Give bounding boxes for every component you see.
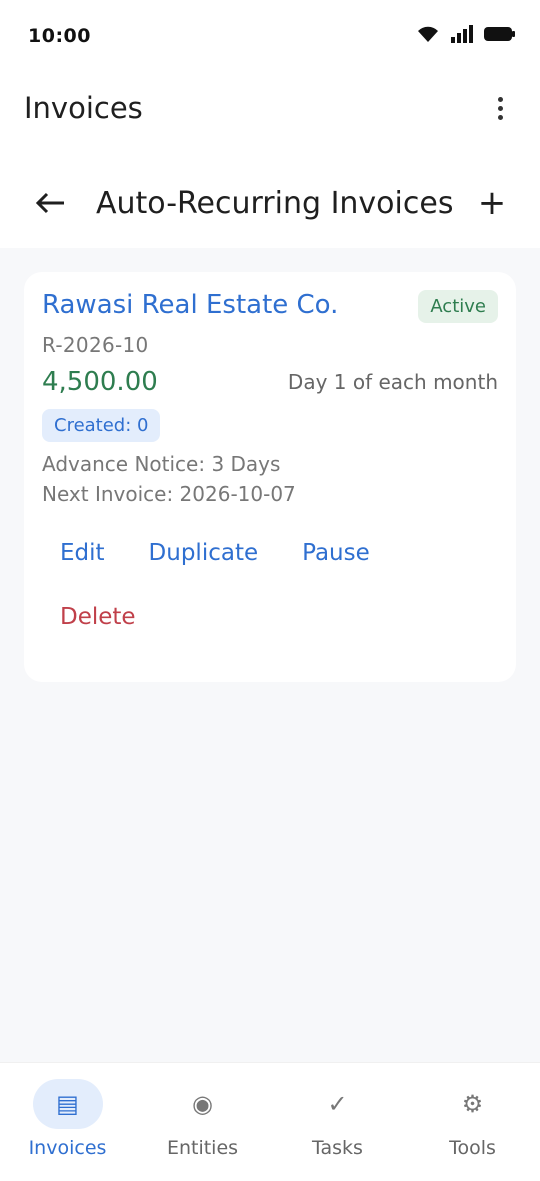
amount-row: 4,500.00 Day 1 of each month [42, 367, 498, 397]
status-time: 10:00 [28, 25, 91, 47]
nav-label-tasks: Tasks [312, 1137, 363, 1159]
back-button[interactable] [30, 183, 70, 223]
app-title: Invoices [24, 91, 143, 125]
invoice-list-icon: ▤ [56, 1090, 79, 1118]
nav-label-invoices: Invoices [28, 1137, 107, 1159]
wifi-icon [416, 24, 440, 48]
page-title: Auto-Recurring Invoices [96, 185, 454, 221]
gear-icon: ⚙ [461, 1090, 484, 1118]
customer-name[interactable]: Rawasi Real Estate Co. [42, 290, 338, 320]
bottom-nav: ▤ Invoices ◉ Entities ✓ Tasks ⚙ Tools [0, 1062, 540, 1181]
created-count-chip: Created: 0 [42, 409, 161, 442]
status-icons [416, 24, 516, 48]
nav-icon-wrap: ◉ [168, 1079, 238, 1129]
card-actions: Edit Duplicate Pause [42, 532, 498, 574]
entities-icon: ◉ [192, 1090, 213, 1118]
invoice-id: R-2026-10 [42, 333, 149, 357]
arrow-left-icon [35, 192, 64, 214]
nav-item-invoices[interactable]: ▤ Invoices [8, 1079, 128, 1181]
nav-item-entities[interactable]: ◉ Entities [143, 1079, 263, 1181]
add-button[interactable]: + [474, 186, 510, 220]
duplicate-button[interactable]: Duplicate [131, 532, 277, 574]
nav-item-tools[interactable]: ⚙ Tools [413, 1079, 533, 1181]
nav-label-tools: Tools [449, 1137, 496, 1159]
app-bar: Invoices [0, 72, 540, 144]
nav-item-tasks[interactable]: ✓ Tasks [278, 1079, 398, 1181]
delete-button[interactable]: Delete [42, 596, 154, 638]
card-header: Rawasi Real Estate Co. Active [42, 290, 498, 323]
recurring-invoice-card[interactable]: Rawasi Real Estate Co. Active R-2026-10 … [24, 272, 516, 682]
battery-icon [484, 25, 516, 47]
status-badge: Active [418, 290, 498, 323]
nav-label-entities: Entities [166, 1137, 239, 1159]
check-icon: ✓ [327, 1090, 348, 1118]
invoice-amount: 4,500.00 [42, 367, 158, 397]
nav-icon-wrap: ✓ [303, 1079, 373, 1129]
schedule-text: Day 1 of each month [287, 370, 498, 394]
page-header: Auto-Recurring Invoices + [0, 160, 540, 246]
edit-button[interactable]: Edit [42, 532, 123, 574]
pause-button[interactable]: Pause [284, 532, 388, 574]
advance-notice: Advance Notice: 3 Days [42, 452, 281, 476]
nav-icon-wrap: ⚙ [438, 1079, 508, 1129]
status-bar: 10:00 [0, 0, 540, 72]
card-actions-row-2: Delete [42, 596, 498, 638]
content-area: Rawasi Real Estate Co. Active R-2026-10 … [0, 248, 540, 1062]
nav-indicator: ▤ [32, 1079, 103, 1129]
signal-icon [450, 24, 474, 48]
more-vert-icon[interactable] [484, 88, 516, 128]
next-invoice-date: Next Invoice: 2026-10-07 [42, 482, 296, 506]
